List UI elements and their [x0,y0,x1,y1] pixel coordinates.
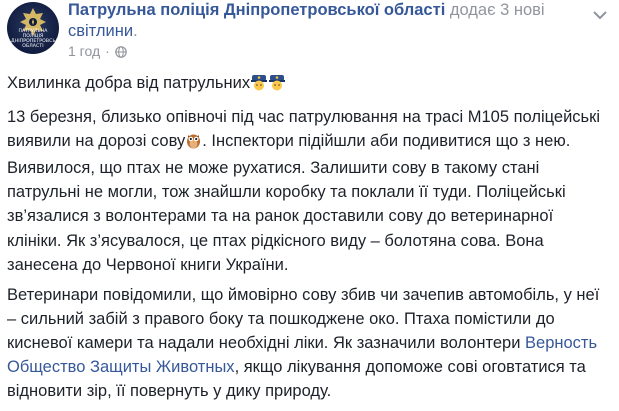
post-headline: Патрульна поліція Дніпропетровської обла… [68,0,578,42]
page-avatar[interactable]: патрульна поліція дніпропетровської обла… [7,2,59,54]
police-officer-emoji [250,73,268,98]
headline-suffix: . [133,22,138,40]
post-title-paragraph: Хвилинка добра від патрульних [7,71,612,98]
globe-icon[interactable] [114,45,127,58]
chevron-down-icon[interactable] [593,7,607,20]
police-officer-emoji [268,73,286,98]
post-paragraph-2: Ветеринари повідомили, що ймовірно сову … [7,285,600,401]
photos-link[interactable]: світлини [68,22,133,40]
post-body: Хвилинка добра від патрульних 13 березня… [7,71,612,409]
post-timestamp[interactable]: 1 год [68,43,100,59]
avatar-caption: патрульна поліція дніпропетровської обла… [11,29,59,49]
action-text: додає 3 нові [445,1,545,19]
page-name-link[interactable]: Патрульна поліція Дніпропетровської обла… [68,1,445,19]
post-header: патрульна поліція дніпропетровської обла… [0,0,619,70]
post-meta: 1 год · [68,43,127,59]
owl-emoji [185,132,202,156]
meta-separator: · [105,43,110,59]
post-title: Хвилинка добра від патрульних [7,74,251,92]
post-paragraph-1: 13 березня, близько опівночі під час пат… [7,108,601,274]
